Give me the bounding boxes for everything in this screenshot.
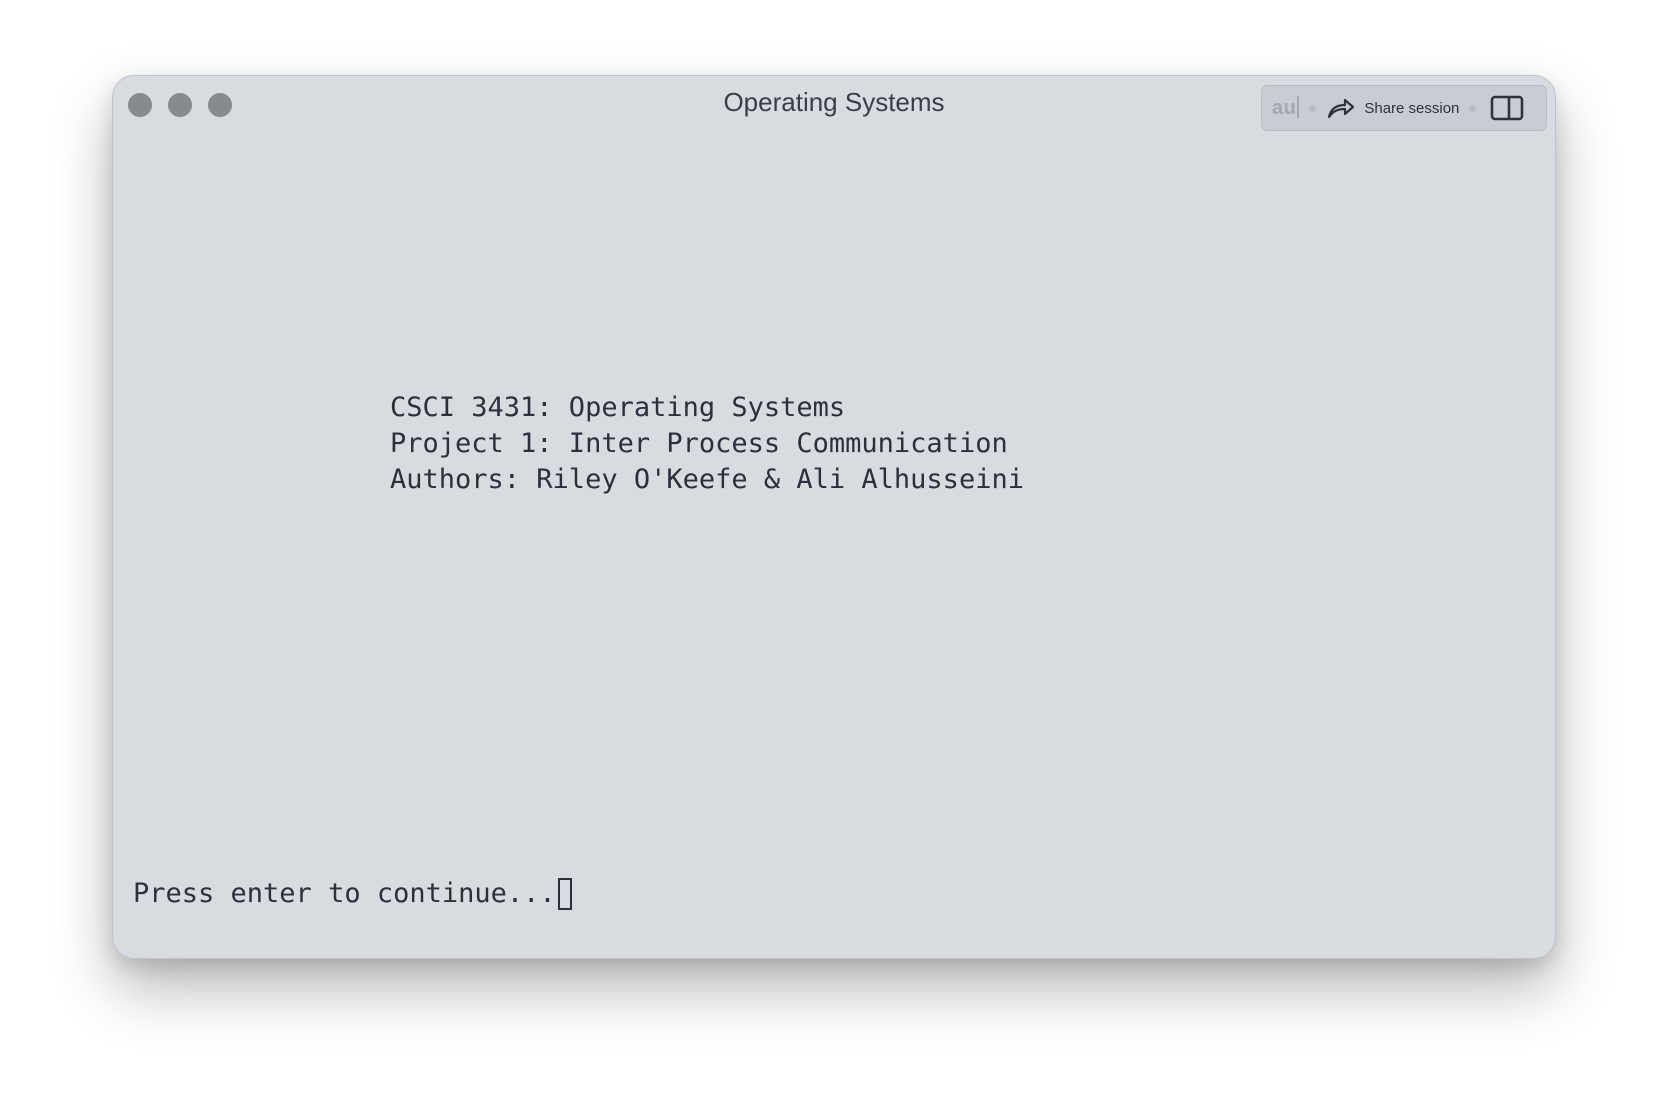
separator-dot [1309, 104, 1317, 112]
share-session-button[interactable]: Share session [1364, 100, 1459, 117]
toolbar-input-text: au [1272, 97, 1297, 119]
separator-dot [1469, 104, 1477, 112]
session-toolbar: au Share session [1261, 85, 1547, 131]
output-line: CSCI 3431: Operating Systems [390, 392, 846, 423]
terminal-output: CSCI 3431: Operating Systems Project 1: I… [390, 390, 1024, 498]
toolbar-input[interactable]: au [1272, 96, 1300, 120]
text-caret [1297, 96, 1300, 118]
output-line: Authors: Riley O'Keefe & Ali Alhusseini [390, 464, 1024, 495]
terminal-prompt[interactable]: Press enter to continue... [133, 876, 572, 912]
share-arrow-icon[interactable] [1326, 95, 1356, 121]
prompt-text: Press enter to continue... [133, 878, 556, 909]
terminal-window: Operating Systems au Share session CSCI … [112, 75, 1556, 959]
terminal-cursor [557, 878, 572, 910]
output-line: Project 1: Inter Process Communication [390, 428, 1008, 459]
split-panel-icon[interactable] [1490, 94, 1524, 122]
